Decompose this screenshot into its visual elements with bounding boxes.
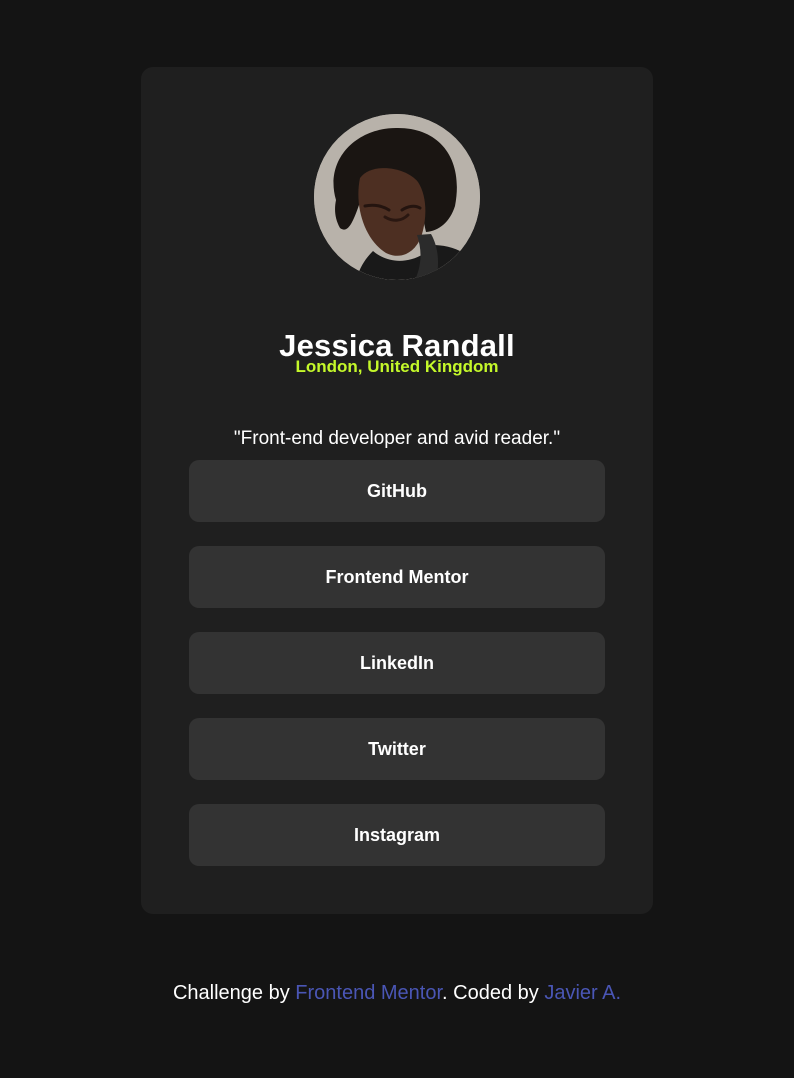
profile-card: Jessica Randall London, United Kingdom "… xyxy=(141,67,653,914)
social-link-item: Twitter xyxy=(189,718,605,780)
social-links-list: GitHub Frontend Mentor LinkedIn Twitter … xyxy=(189,460,605,890)
footer-middle: . Coded by xyxy=(442,982,545,1004)
attribution-footer: Challenge by Frontend Mentor. Coded by J… xyxy=(0,983,794,1003)
github-link-button[interactable]: GitHub xyxy=(189,460,605,522)
frontend-mentor-footer-link[interactable]: Frontend Mentor xyxy=(295,982,442,1004)
frontend-mentor-link-button[interactable]: Frontend Mentor xyxy=(189,546,605,608)
twitter-link-button[interactable]: Twitter xyxy=(189,718,605,780)
profile-bio: "Front-end developer and avid reader." xyxy=(233,428,561,449)
instagram-link-button[interactable]: Instagram xyxy=(189,804,605,866)
social-link-item: GitHub xyxy=(189,460,605,522)
linkedin-link-button[interactable]: LinkedIn xyxy=(189,632,605,694)
profile-location: London, United Kingdom xyxy=(295,357,499,376)
social-link-item: Instagram xyxy=(189,804,605,866)
avatar-photo-icon xyxy=(314,114,480,280)
avatar xyxy=(314,114,480,280)
footer-prefix: Challenge by xyxy=(172,982,296,1004)
author-footer-link[interactable]: Javier A. xyxy=(544,982,621,1004)
social-link-item: Frontend Mentor xyxy=(189,546,605,608)
social-link-item: LinkedIn xyxy=(189,632,605,694)
